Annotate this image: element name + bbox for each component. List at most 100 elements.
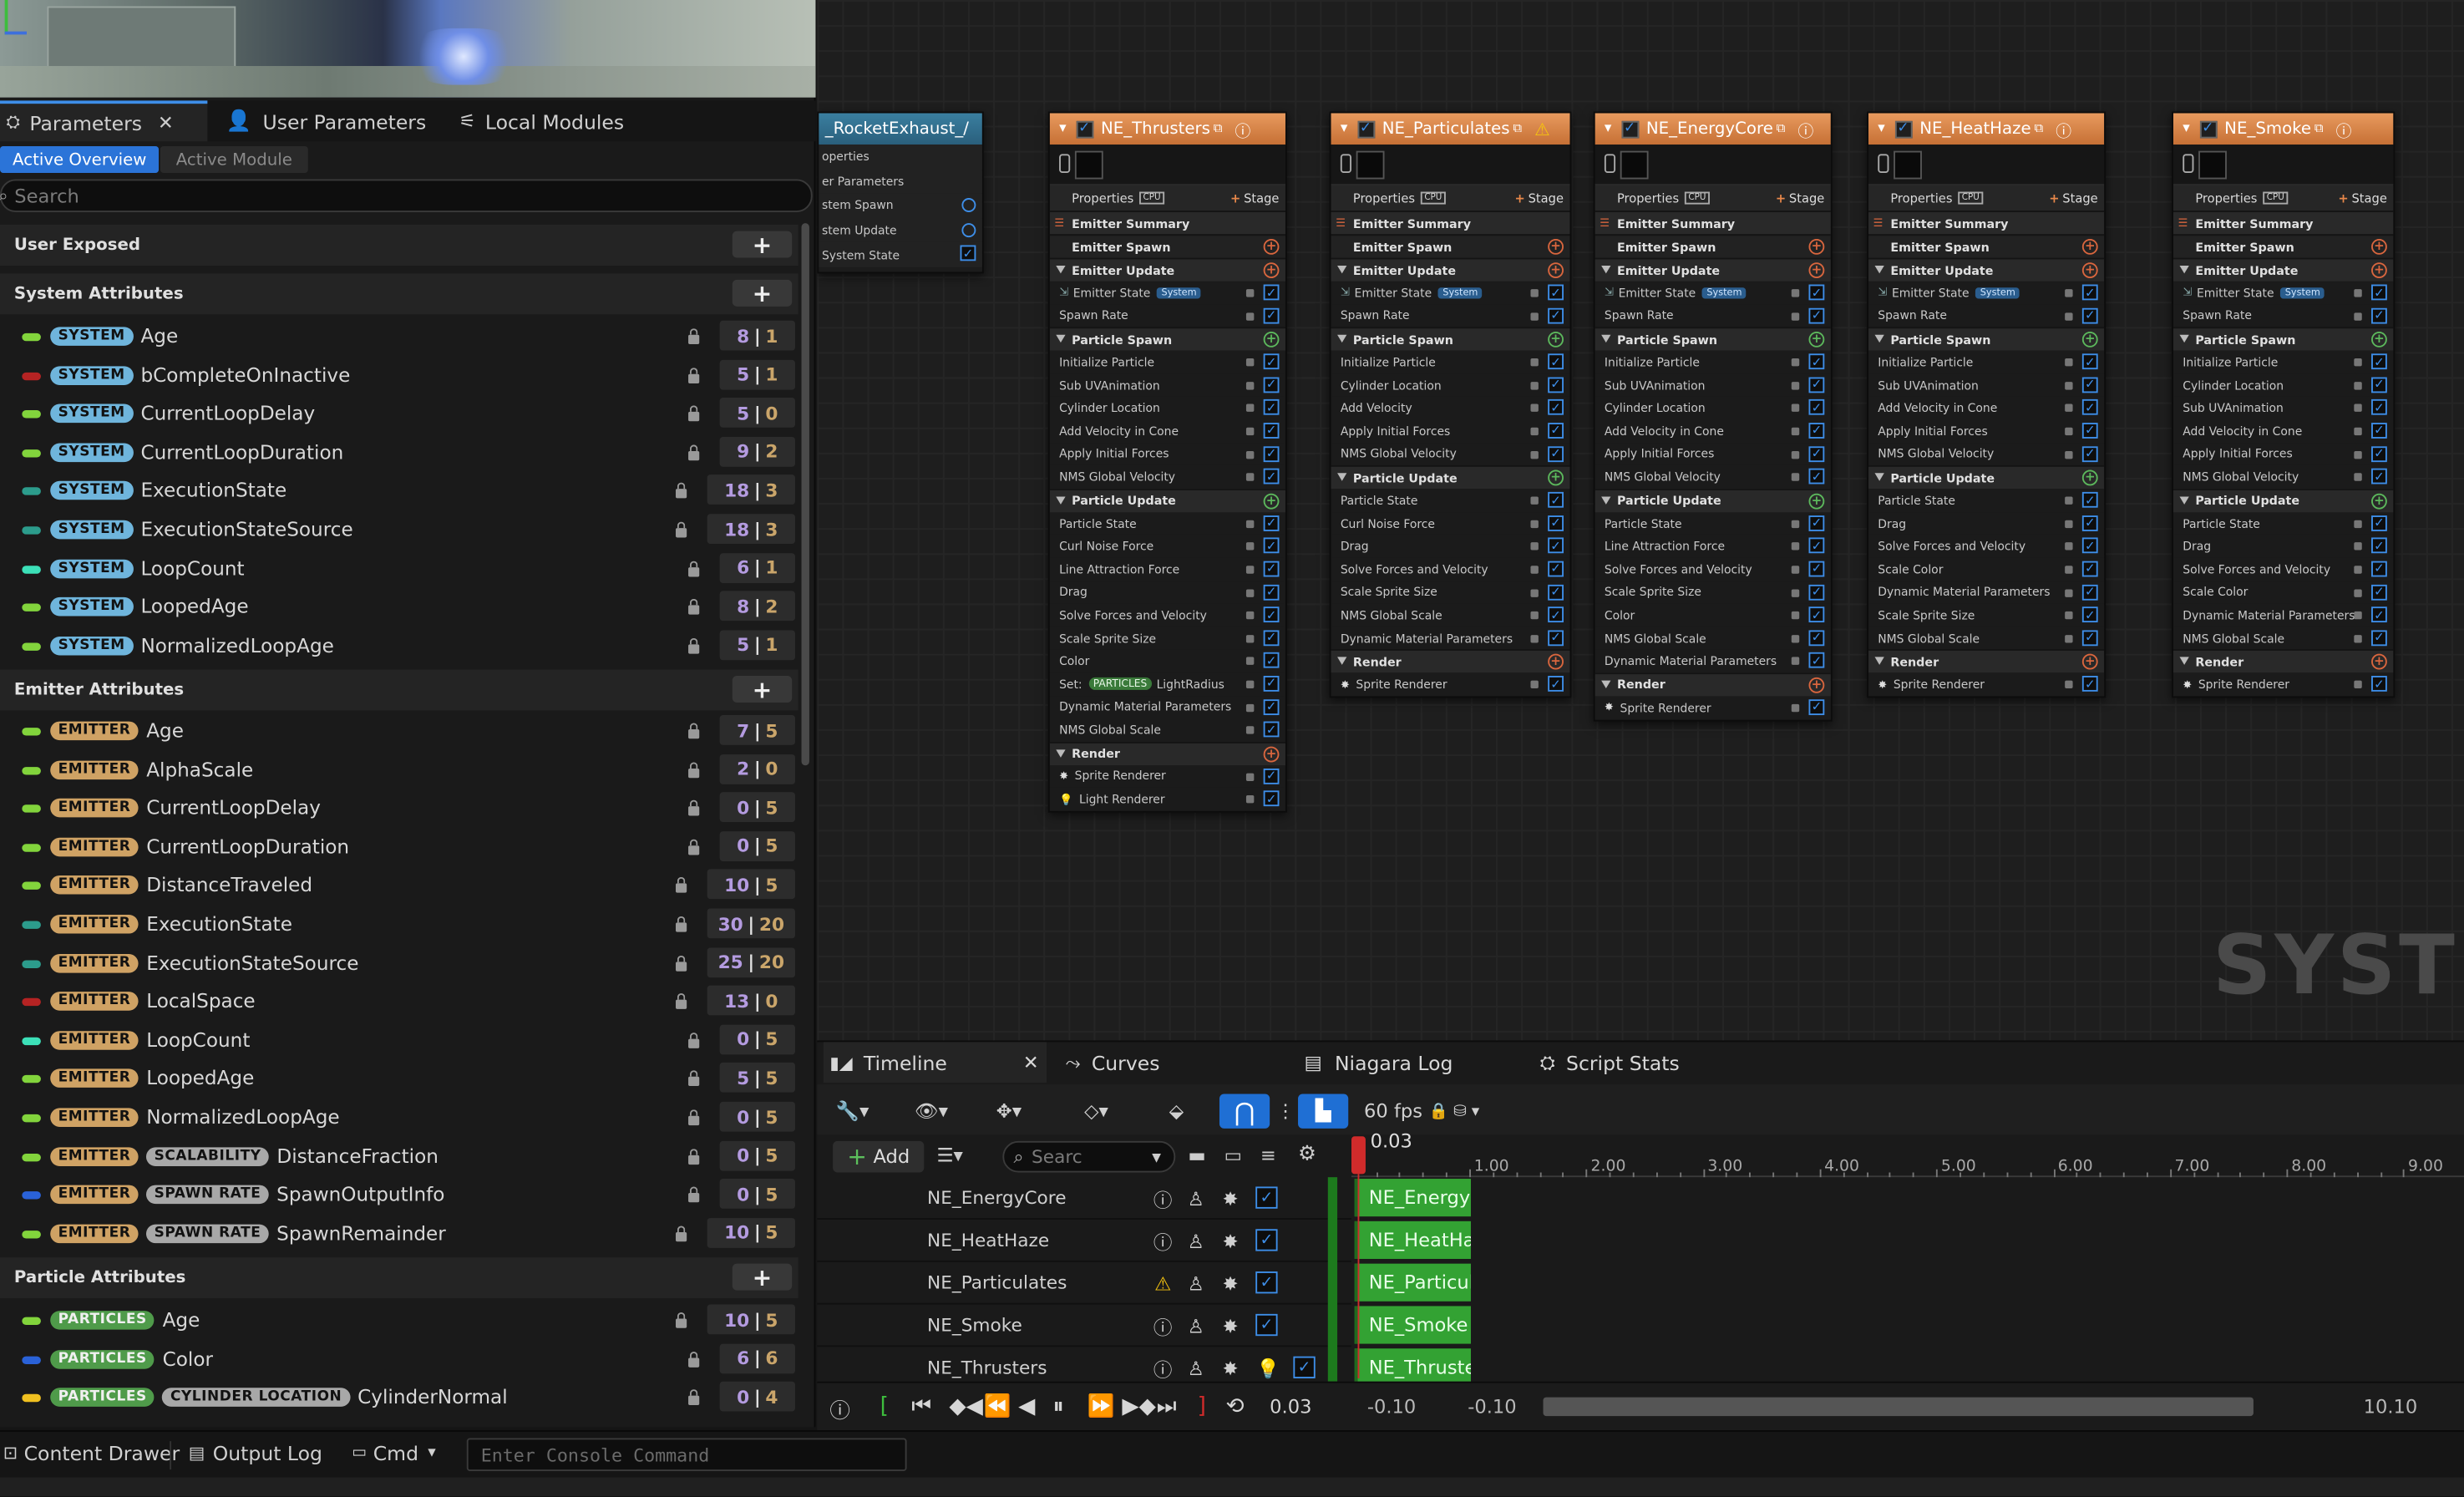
light-icon[interactable]: 💡	[1256, 1358, 1280, 1380]
module-row[interactable]: Initialize Particle ✓	[1331, 350, 1570, 374]
module-row[interactable]: Spawn Rate ✓	[1595, 304, 1831, 327]
module-enabled-checkbox[interactable]: ✓	[1808, 699, 1825, 715]
tab-local-modules[interactable]: ⚟ Local Modules	[459, 100, 678, 141]
module-row[interactable]: Cylinder Location ✓	[1049, 396, 1285, 420]
system-node[interactable]: _RocketExhaust_/ operties er Parameters st…	[817, 111, 984, 274]
active-module-button[interactable]: Active Module	[160, 145, 308, 173]
stage-render[interactable]: Render +	[1331, 649, 1570, 673]
module-row[interactable]: Solve Forces and Velocity ✓	[1595, 557, 1831, 581]
module-row[interactable]: NMS Global Scale ✓	[2172, 627, 2394, 650]
module-enabled-checkbox[interactable]: ✓	[2371, 606, 2387, 623]
properties-row[interactable]: Properties CPU Stage	[2172, 185, 2394, 211]
module-enabled-checkbox[interactable]: ✓	[1263, 606, 1280, 623]
track-section[interactable]: NE_Smoke	[1354, 1306, 1471, 1344]
prev-key-icon[interactable]: ◆◀	[949, 1394, 983, 1419]
person-icon[interactable]: ♙	[1185, 1273, 1207, 1295]
emitter-enabled-checkbox[interactable]: ✓	[1356, 119, 1375, 138]
collapse-arrow-icon[interactable]	[2179, 265, 2189, 274]
module-enabled-checkbox[interactable]: ✓	[2371, 423, 2387, 439]
sprite-icon[interactable]: ✸	[1219, 1231, 1241, 1252]
stage-render[interactable]: Render +	[1049, 741, 1285, 765]
module-row[interactable]: Scale Color ✓	[2172, 581, 2394, 604]
track-row[interactable]: NE_Smoke ⓘ ♙ ✸ ✓	[817, 1305, 1352, 1347]
tab-timeline[interactable]: ▮◢ Timeline ✕	[823, 1042, 1047, 1083]
add-module-icon[interactable]: +	[2371, 654, 2387, 671]
module-row[interactable]: Particle State ✓	[2172, 511, 2394, 535]
attribute-row[interactable]: SYSTEM LoopedAge 8 | 2	[0, 588, 799, 626]
attribute-row[interactable]: PARTICLES Age 10 | 5	[0, 1302, 799, 1339]
module-enabled-checkbox[interactable]: ✓	[1808, 307, 1825, 323]
module-row[interactable]: Solve Forces and Velocity ✓	[1868, 535, 2105, 558]
attribute-row[interactable]: EMITTER CurrentLoopDuration 0 | 5	[0, 828, 799, 865]
collapse-arrow-icon[interactable]: ▾	[1059, 121, 1067, 137]
module-row[interactable]: ⇲ Emitter State System ✓	[1595, 281, 1831, 305]
system-node-row[interactable]: stem Spawn	[819, 193, 982, 219]
stage-particle-spawn[interactable]: Particle Spawn +	[1868, 327, 2105, 351]
fps-selector[interactable]: 60 fps 🔒 ⛁ ▾	[1364, 1094, 1479, 1128]
info-icon[interactable]: ⓘ	[1152, 1231, 1174, 1253]
stage-emitter-summary[interactable]: ☰ Emitter Summary	[1868, 211, 2105, 235]
module-row[interactable]: NMS Global Velocity ✓	[2172, 465, 2394, 489]
module-row[interactable]: Sub UVAnimation ✓	[2172, 396, 2394, 420]
module-row[interactable]: Add Velocity in Cone ✓	[1049, 419, 1285, 443]
module-enabled-checkbox[interactable]: ✓	[2371, 377, 2387, 393]
module-enabled-checkbox[interactable]: ✓	[1263, 790, 1280, 807]
module-row[interactable]: Initialize Particle ✓	[2172, 350, 2394, 374]
stage-emitter-summary[interactable]: ☰ Emitter Summary	[1331, 211, 1570, 235]
module-row[interactable]: Add Velocity in Cone ✓	[2172, 419, 2394, 443]
module-enabled-checkbox[interactable]: ✓	[2371, 676, 2387, 693]
active-overview-button[interactable]: Active Overview	[0, 145, 160, 173]
attribute-row[interactable]: SYSTEM CurrentLoopDelay 5 | 0	[0, 395, 799, 433]
tab-curves[interactable]: ⤳ Curves	[1066, 1042, 1223, 1083]
person-icon[interactable]: ♙	[1185, 1188, 1207, 1210]
module-enabled-checkbox[interactable]: ✓	[1263, 561, 1280, 577]
add-module-icon[interactable]: +	[1263, 746, 1280, 762]
expand-icon[interactable]: ▭	[1224, 1144, 1242, 1166]
module-row[interactable]: Sub UVAnimation ✓	[1049, 373, 1285, 397]
module-row[interactable]: Apply Initial Forces ✓	[1331, 419, 1570, 443]
track-enabled-checkbox[interactable]: ✓	[1293, 1356, 1316, 1378]
module-enabled-checkbox[interactable]: ✓	[1808, 445, 1825, 462]
attribute-row[interactable]: PARTICLES Color 6 | 6	[0, 1340, 799, 1378]
module-row[interactable]: Dynamic Material Parameters ✓	[2172, 603, 2394, 627]
module-row[interactable]: ✸ Sprite Renderer ✓	[1868, 672, 2105, 697]
module-enabled-checkbox[interactable]: ✓	[1548, 629, 1564, 646]
output-log-button[interactable]: ▤ Output Log	[189, 1441, 322, 1464]
range-end-value[interactable]: 10.10	[2364, 1396, 2418, 1418]
module-enabled-checkbox[interactable]: ✓	[1548, 515, 1564, 531]
module-row[interactable]: NMS Global Velocity ✓	[1049, 465, 1285, 489]
module-enabled-checkbox[interactable]: ✓	[1808, 377, 1825, 393]
tab-script-stats[interactable]: ⛭ Script Stats	[1540, 1042, 1729, 1083]
module-row[interactable]: ✸ Sprite Renderer ✓	[1331, 672, 1570, 697]
emitter-node-header[interactable]: ▾ ✓ NE_Thrusters ⧉ ⓘ	[1049, 113, 1285, 145]
attribute-row[interactable]: SYSTEM Age 8 | 1	[0, 317, 799, 355]
attribute-row[interactable]: SYSTEM CurrentLoopDuration 9 | 2	[0, 434, 799, 471]
add-stage-button[interactable]: Stage	[2049, 191, 2097, 206]
warning-icon[interactable]: ⚠	[1152, 1273, 1174, 1295]
stage-render[interactable]: Render +	[1595, 672, 1831, 697]
module-enabled-checkbox[interactable]: ✓	[2371, 284, 2387, 301]
module-row[interactable]: Dynamic Material Parameters ✓	[1331, 627, 1570, 650]
open-external-icon[interactable]: ⧉	[1214, 121, 1223, 137]
module-row[interactable]: Scale Sprite Size ✓	[1595, 581, 1831, 604]
add-stage-button[interactable]: Stage	[1230, 191, 1279, 206]
stage-emitter-spawn[interactable]: Emitter Spawn +	[1595, 234, 1831, 258]
module-enabled-checkbox[interactable]: ✓	[1808, 515, 1825, 531]
module-enabled-checkbox[interactable]: ✓	[2081, 676, 2098, 693]
module-enabled-checkbox[interactable]: ✓	[2371, 629, 2387, 646]
module-row[interactable]: Dynamic Material Parameters ✓	[1595, 649, 1831, 673]
console-command-input[interactable]: Enter Console Command	[466, 1438, 907, 1471]
emitter-node-ne-particulates[interactable]: ▾ ✓ NE_Particulates⧉ ⚠ Properties CPU Stage ☰ Em…	[1329, 111, 1572, 698]
emitter-node-header[interactable]: ▾ ✓ NE_HeatHaze ⧉ ⓘ	[1868, 113, 2105, 145]
collapse-arrow-icon[interactable]	[1337, 657, 1347, 666]
module-row[interactable]: Solve Forces and Velocity ✓	[2172, 557, 2394, 581]
attribute-row[interactable]: PARTICLES CYLINDER LOCATION CylinderNormal…	[0, 1378, 799, 1416]
collapse-arrow-icon[interactable]	[1601, 680, 1611, 688]
track-row[interactable]: NE_EnergyCore ⓘ ♙ ✸ ✓	[817, 1177, 1352, 1220]
open-external-icon[interactable]: ⧉	[2034, 121, 2043, 137]
track-section[interactable]: NE_EnergyC	[1354, 1179, 1471, 1217]
add-system-attribute-button[interactable]: +	[732, 279, 793, 307]
next-key-icon[interactable]: ▶◆	[1122, 1394, 1156, 1419]
collapse-arrow-icon[interactable]	[2179, 496, 2189, 505]
attribute-row[interactable]: EMITTER LoopedAge 5 | 5	[0, 1060, 799, 1098]
